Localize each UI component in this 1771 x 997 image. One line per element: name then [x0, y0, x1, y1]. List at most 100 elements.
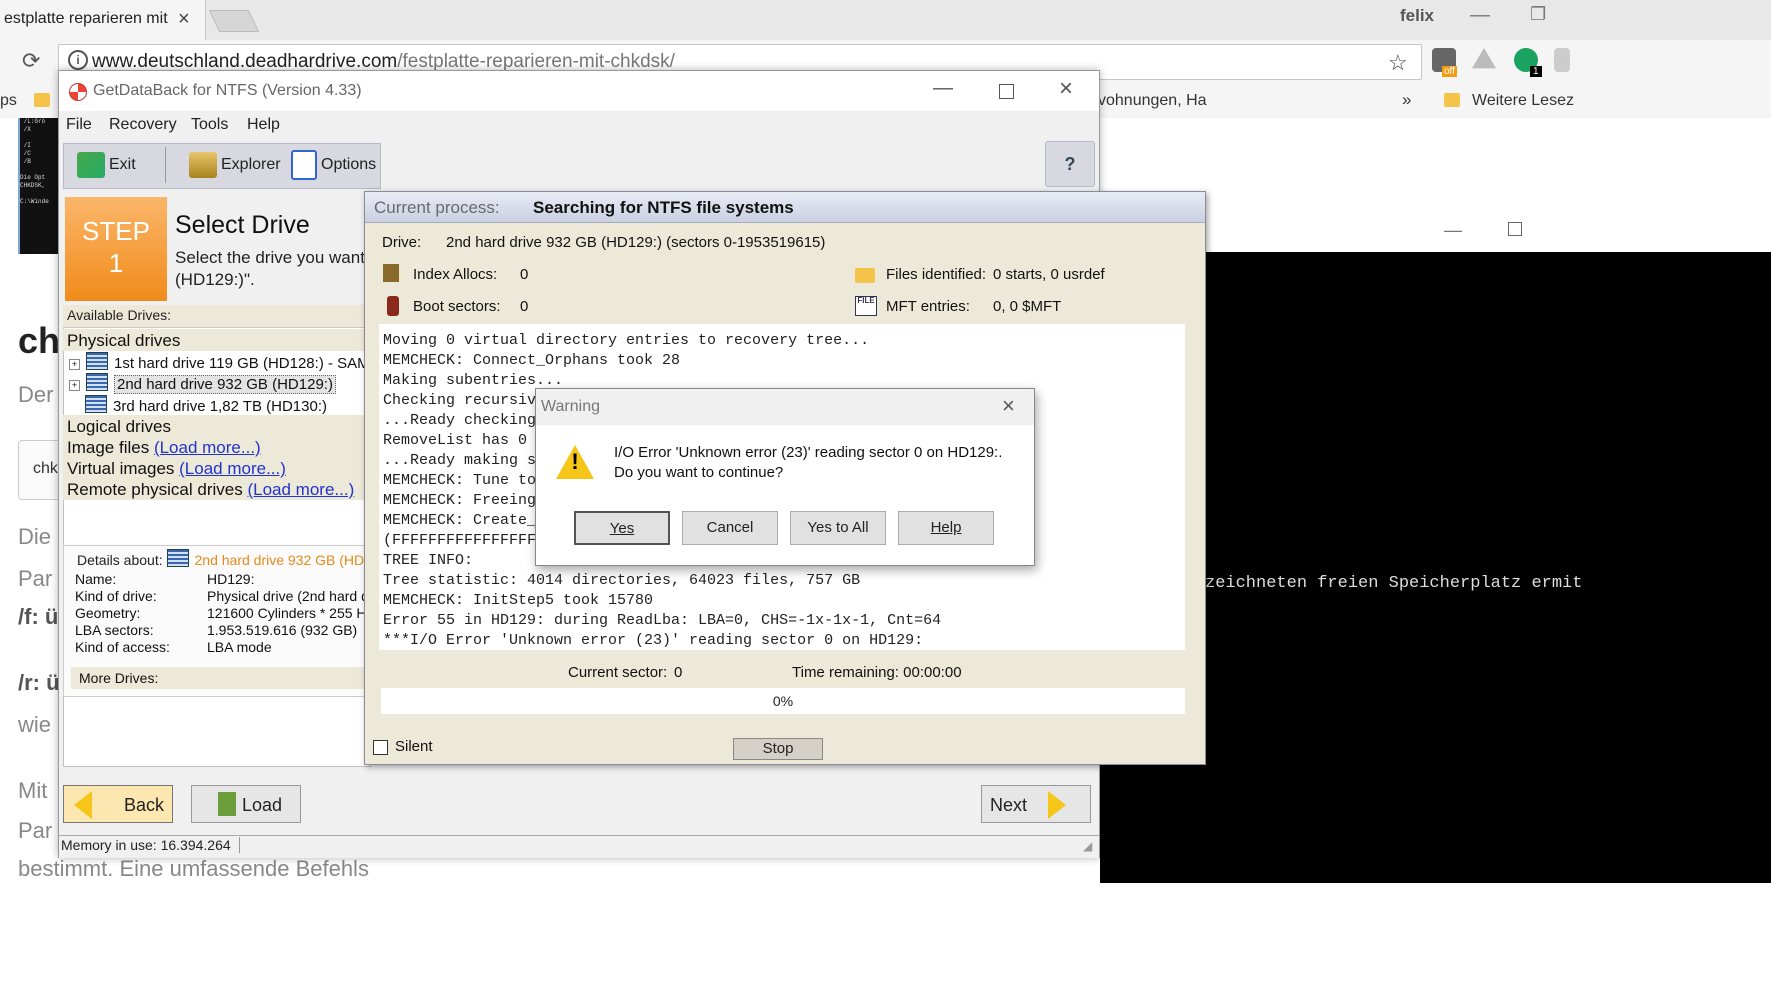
drive-item-2-selected[interactable]: +2nd hard drive 932 GB (HD129:): [69, 373, 336, 394]
details-key: LBA sectors:: [75, 622, 154, 638]
page-text: Par: [18, 566, 53, 591]
console-maximize-icon[interactable]: [1508, 222, 1522, 236]
drive-item-1[interactable]: +1st hard drive 119 GB (HD128:) - SAM: [69, 352, 370, 372]
bookmark-star-icon[interactable]: ☆: [1388, 50, 1408, 76]
details-value: Physical drive (2nd hard d: [207, 588, 369, 604]
extension-count-badge: 1: [1530, 66, 1542, 77]
app-maximize-icon[interactable]: [999, 84, 1014, 99]
image-files-row: Image files (Load more...): [67, 438, 261, 458]
cancel-button[interactable]: Cancel: [682, 511, 778, 545]
maximize-icon[interactable]: ❐: [1530, 4, 1546, 25]
details-drive-name: 2nd hard drive 932 GB (HD: [194, 552, 365, 568]
menu-file[interactable]: File: [66, 116, 92, 134]
options-button[interactable]: Options: [291, 147, 376, 183]
folder-icon[interactable]: [1444, 93, 1460, 107]
warning-close-icon[interactable]: ×: [1002, 393, 1015, 419]
details-about-label: Details about:: [77, 552, 163, 568]
log-line: Error 55 in HD129: during ReadLba: LBA=0…: [383, 612, 942, 629]
back-button[interactable]: Back: [63, 785, 173, 823]
menu-recovery[interactable]: Recovery: [109, 116, 177, 134]
load-label: Load: [241, 795, 282, 815]
back-label: Back: [123, 795, 164, 815]
next-label: Next: [990, 795, 1028, 815]
app-titlebar: GetDataBack for NTFS (Version 4.33) — ×: [59, 71, 1099, 111]
help-question-icon: ?: [1064, 154, 1076, 174]
silent-checkbox[interactable]: [373, 740, 388, 755]
tab-title: estplatte reparieren mit: [4, 10, 168, 27]
profile-name[interactable]: felix: [1400, 6, 1434, 26]
silent-label: Silent: [395, 738, 433, 755]
log-line: MEMCHECK: Freeing: [383, 492, 537, 509]
page-text: Die: [18, 524, 52, 549]
hard-drive-icon: [166, 549, 189, 567]
info-icon[interactable]: i: [68, 50, 88, 70]
help-dialog-button[interactable]: Help: [898, 511, 994, 545]
folder-icon[interactable]: [34, 93, 50, 107]
yes-to-all-button[interactable]: Yes to All: [790, 511, 886, 545]
details-value: HD129:: [207, 571, 255, 587]
stop-label: Stop: [762, 740, 794, 757]
step-number: 1: [108, 248, 124, 278]
next-arrow-icon: [1048, 791, 1066, 819]
physical-drives-label[interactable]: Physical drives: [67, 331, 180, 351]
help-button[interactable]: ?: [1045, 141, 1095, 187]
browser-tab-active[interactable]: estplatte reparieren mit ×: [0, 0, 206, 40]
virtual-images-label: Virtual images: [67, 459, 175, 478]
exit-icon: [77, 151, 105, 178]
page-text: wie: [18, 712, 52, 737]
page-text: /f: ü: [18, 604, 59, 629]
menu-tools[interactable]: Tools: [191, 116, 228, 134]
time-remaining: Time remaining: 00:00:00: [792, 664, 962, 681]
warning-message: I/O Error 'Unknown error (23)' reading s…: [614, 443, 1002, 483]
log-line: Checking recursiv: [383, 392, 537, 409]
load-more-virtual-link[interactable]: (Load more...): [179, 459, 286, 478]
resize-grip-icon[interactable]: ◢: [1083, 839, 1092, 853]
step-desc-line: (HD129:)".: [175, 270, 255, 289]
explorer-button[interactable]: Explorer: [189, 147, 281, 183]
extension-icon-partial[interactable]: [1554, 48, 1570, 72]
stop-button[interactable]: Stop: [733, 738, 823, 760]
terminal-thumbnail: /L:Grö /X /I /C /B Die Opt CHKDSK, C:\Winde: [18, 118, 60, 254]
expand-icon[interactable]: +: [69, 359, 80, 370]
step-desc-line: Select the drive you want: [175, 248, 365, 267]
minimize-icon[interactable]: —: [1470, 4, 1490, 27]
warning-line: I/O Error 'Unknown error (23)' reading s…: [614, 444, 1003, 461]
next-button[interactable]: Next: [981, 785, 1091, 823]
drive-label: 2nd hard drive 932 GB (HD129:): [114, 375, 336, 394]
reload-icon[interactable]: ⟳: [22, 48, 40, 74]
bookmarks-overflow[interactable]: »: [1402, 90, 1411, 110]
log-line: TREE INFO:: [383, 552, 474, 569]
app-minimize-icon[interactable]: —: [933, 77, 953, 100]
menu-help[interactable]: Help: [247, 116, 280, 134]
drive-item-3[interactable]: 3rd hard drive 1,82 TB (HD130:): [85, 395, 327, 415]
bookmark-item[interactable]: vohnungen, Ha: [1098, 92, 1207, 110]
page-text: Mit: [18, 778, 48, 803]
url-path: /festplatte-reparieren-mit-chkdsk/: [397, 51, 675, 72]
yes-button[interactable]: Yes: [574, 511, 670, 545]
current-process-label: Current process:: [374, 198, 500, 217]
progress-text: 0%: [772, 693, 794, 709]
app-close-icon[interactable]: ×: [1059, 75, 1073, 103]
exit-button[interactable]: Exit: [77, 147, 136, 183]
mft-entries-label: MFT entries:: [886, 298, 970, 315]
yes-to-all-label: Yes to All: [807, 519, 869, 536]
details-value: 121600 Cylinders * 255 H: [207, 605, 367, 621]
bookmark-apps[interactable]: ps: [0, 92, 17, 110]
index-allocs-icon: [383, 264, 399, 282]
load-more-image-link[interactable]: (Load more...): [154, 438, 261, 457]
app-title: GetDataBack for NTFS (Version 4.33): [93, 82, 362, 99]
boot-sectors-label: Boot sectors:: [413, 298, 501, 315]
log-line: Making subentries...: [383, 372, 564, 389]
log-line: ***I/O Error 'Unknown error (23)' readin…: [383, 632, 924, 649]
console-minimize-icon[interactable]: —: [1444, 220, 1462, 241]
load-more-remote-link[interactable]: (Load more...): [247, 480, 354, 499]
details-value: LBA mode: [207, 639, 272, 655]
load-button[interactable]: Load: [191, 785, 301, 823]
log-line: MEMCHECK: Tune to: [383, 472, 537, 489]
logical-drives-label[interactable]: Logical drives: [67, 417, 171, 437]
bookmark-other[interactable]: Weitere Lesez: [1472, 92, 1574, 110]
expand-icon[interactable]: +: [69, 380, 80, 391]
url-host: www.deutschland.deadhardrive.com: [92, 51, 398, 72]
tab-close-icon[interactable]: ×: [178, 8, 190, 31]
step-title: Select Drive: [175, 211, 310, 239]
